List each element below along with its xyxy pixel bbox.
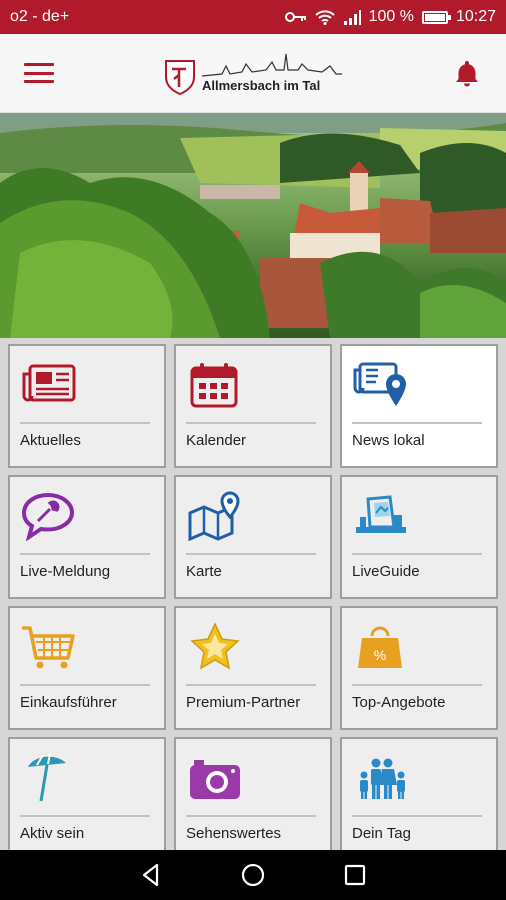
- town-landscape-image: [0, 113, 506, 338]
- signal-icon: [343, 10, 361, 25]
- newspaper-icon: [22, 364, 76, 402]
- tile-aktuelles[interactable]: Aktuelles: [8, 344, 166, 468]
- system-nav-bar: [0, 850, 506, 900]
- tile-divider: [186, 815, 316, 817]
- tile-divider: [186, 422, 316, 424]
- status-bar: o2 - de+ 100 % 10:27: [0, 0, 506, 34]
- tile-label: Aktuelles: [20, 432, 81, 449]
- tile-label: Dein Tag: [352, 825, 411, 842]
- tile-divider: [352, 553, 482, 555]
- percent-bag-icon: %: [358, 626, 402, 668]
- local-news-pin-icon: [353, 362, 406, 406]
- shopping-cart-icon: [22, 626, 75, 669]
- hamburger-menu-icon[interactable]: [24, 63, 54, 83]
- tile-divider: [186, 553, 316, 555]
- tile-label: Sehenswertes: [186, 825, 282, 842]
- star-icon: [190, 622, 240, 670]
- back-icon[interactable]: [136, 860, 166, 890]
- tile-live-meldung[interactable]: Live-Meldung: [8, 475, 166, 599]
- camera-icon: [190, 760, 240, 799]
- tile-liveguide[interactable]: LiveGuide: [340, 475, 498, 599]
- tile-label: Kalender: [186, 432, 247, 449]
- town-logo[interactable]: Allmersbach im Tal: [164, 52, 342, 95]
- tile-label: Live-Meldung: [20, 563, 111, 580]
- tile-divider: [20, 553, 150, 555]
- tile-divider: [352, 422, 482, 424]
- tile-dein-tag[interactable]: Dein Tag: [340, 737, 498, 861]
- app-header: Allmersbach im Tal: [0, 34, 506, 113]
- tile-news-lokal[interactable]: News lokal: [340, 344, 498, 468]
- tile-top-angebote[interactable]: % Top-Angebote: [340, 606, 498, 730]
- tile-divider: [352, 815, 482, 817]
- map-pin-icon: [188, 491, 240, 541]
- tile-label: Karte: [186, 563, 222, 580]
- tile-label: Premium-Partner: [186, 694, 301, 711]
- key-icon: [284, 12, 306, 22]
- bell-icon[interactable]: [452, 58, 482, 88]
- svg-text:%: %: [374, 647, 386, 663]
- tile-label: LiveGuide: [352, 563, 420, 580]
- tile-label: News lokal: [352, 432, 425, 449]
- battery-percent: 100 %: [368, 8, 414, 25]
- tile-divider: [20, 815, 150, 817]
- wifi-icon: [314, 10, 335, 25]
- battery-icon: [421, 10, 451, 24]
- tile-label: Einkaufsführer: [20, 694, 117, 711]
- clock: 10:27: [455, 8, 496, 25]
- family-icon: [360, 758, 405, 799]
- skyline-icon: [202, 53, 342, 77]
- tile-divider: [186, 684, 316, 686]
- tile-sehenswertes[interactable]: Sehenswertes: [174, 737, 332, 861]
- logo-text: Allmersbach im Tal: [202, 77, 321, 93]
- tile-premium-partner[interactable]: Premium-Partner: [174, 606, 332, 730]
- tile-karte[interactable]: Karte: [174, 475, 332, 599]
- tile-divider: [20, 684, 150, 686]
- tile-aktiv-sein[interactable]: Aktiv sein: [8, 737, 166, 861]
- liveguide-icon: [356, 495, 406, 533]
- tile-label: Top-Angebote: [352, 694, 446, 711]
- tile-kalender[interactable]: Kalender: [174, 344, 332, 468]
- recents-icon[interactable]: [340, 860, 370, 890]
- status-icons: 100 % 10:27: [284, 8, 496, 26]
- tile-divider: [352, 684, 482, 686]
- tile-label: Aktiv sein: [20, 825, 85, 842]
- tile-divider: [20, 422, 150, 424]
- main-menu-grid: Aktuelles Kalender News lokal Live-Meldu…: [8, 344, 498, 861]
- wrench-speech-bubble-icon: [21, 492, 75, 541]
- beach-umbrella-icon: [28, 753, 66, 802]
- tile-einkaufsfuehrer[interactable]: Einkaufsführer: [8, 606, 166, 730]
- carrier-label: o2 - de+: [10, 8, 70, 25]
- calendar-icon: [190, 363, 238, 408]
- coat-of-arms-icon: [165, 59, 195, 95]
- home-icon[interactable]: [238, 860, 268, 890]
